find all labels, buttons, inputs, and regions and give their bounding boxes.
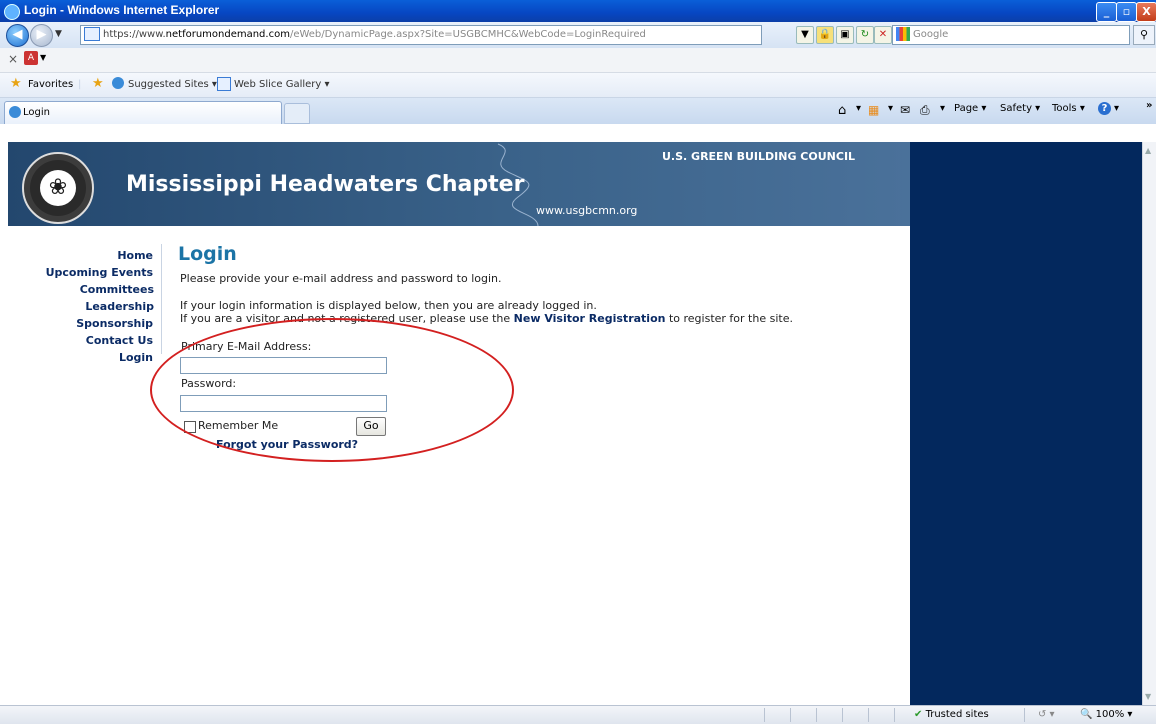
status-divider [842, 708, 843, 722]
red-annotation-oval [150, 318, 514, 462]
status-divider [868, 708, 869, 722]
nav-contact-us[interactable]: Contact Us [8, 332, 153, 349]
site-url: www.usgbcmn.org [536, 204, 638, 217]
web-slice-gallery-link[interactable]: Web Slice Gallery ▾ [234, 79, 330, 90]
feeds-icon[interactable]: ▦ [868, 103, 879, 117]
vertical-scrollbar[interactable]: ▲ ▼ [1142, 142, 1156, 705]
status-divider [816, 708, 817, 722]
nav-home[interactable]: Home [8, 247, 153, 264]
usgbc-chapter-logo: ❀ [22, 152, 94, 224]
site-header: ❀ Mississippi Headwaters Chapter U.S. GR… [8, 142, 910, 226]
status-divider [790, 708, 791, 722]
login-intro: Please provide your e-mail address and p… [180, 272, 502, 285]
compatibility-view-icon[interactable]: ▣ [836, 26, 854, 44]
scroll-up-icon[interactable]: ▲ [1145, 146, 1151, 155]
home-dropdown-icon[interactable]: ▾ [856, 103, 861, 114]
zoom-level[interactable]: 🔍 100% ▾ [1080, 709, 1132, 720]
login-info-line1: If your login information is displayed b… [180, 299, 597, 312]
print-icon[interactable]: ⎙ [920, 103, 930, 118]
divider: | [78, 79, 82, 90]
nav-sponsorship[interactable]: Sponsorship [8, 315, 153, 332]
zoom-value: 100% [1095, 709, 1125, 720]
close-toolbar-icon[interactable]: × [8, 52, 18, 66]
favorites-star-icon[interactable]: ★ [10, 76, 22, 91]
leaf-emblem-icon: ❀ [40, 170, 76, 206]
forward-button[interactable]: ▶ [30, 24, 53, 47]
favorites-bar: ★ Favorites | ★ Suggested Sites ▾ Web Sl… [0, 73, 1156, 98]
nav-committees-leadership[interactable]: Committees Leadership [8, 281, 154, 315]
add-favorite-icon[interactable]: ★ [92, 76, 104, 91]
safety-menu[interactable]: Safety ▾ [1000, 103, 1040, 114]
search-placeholder: Google [913, 29, 949, 40]
page-title: Login [178, 243, 237, 265]
new-tab-button[interactable] [284, 103, 310, 124]
print-dropdown-icon[interactable]: ▾ [940, 103, 945, 114]
stop-icon[interactable]: ✕ [874, 26, 892, 44]
status-divider [1024, 708, 1025, 722]
tab-label: Login [23, 107, 50, 118]
address-dropdown-icon[interactable]: ▼ [796, 26, 814, 44]
tab-bar: Login ⌂ ▾ ▦ ▾ ✉ ⎙ ▾ Page ▾ Safety ▾ Tool… [0, 98, 1156, 124]
chapter-title: Mississippi Headwaters Chapter [126, 172, 525, 197]
recent-pages-dropdown-icon[interactable]: ▼ [55, 29, 62, 39]
status-divider [894, 708, 895, 722]
minimize-button[interactable]: _ [1096, 2, 1117, 22]
toolbar-overflow-icon[interactable]: » [1146, 100, 1152, 111]
addon-toolbar: × A ▼ [0, 48, 1156, 73]
council-name: U.S. GREEN BUILDING COUNCIL [662, 150, 856, 163]
mail-icon[interactable]: ✉ [900, 103, 910, 117]
right-panel [910, 142, 1142, 705]
tools-menu[interactable]: Tools ▾ [1052, 103, 1085, 114]
google-icon [896, 27, 910, 41]
site-nav: Home Upcoming Events Committees Leadersh… [8, 247, 154, 366]
scroll-down-icon[interactable]: ▼ [1145, 692, 1151, 701]
nav-divider [161, 244, 162, 354]
pdf-icon[interactable]: A [24, 51, 38, 65]
status-divider [764, 708, 765, 722]
help-dropdown-icon[interactable]: ▾ [1114, 103, 1119, 114]
lock-icon[interactable]: 🔒 [816, 26, 834, 44]
window-title: Login - Windows Internet Explorer [24, 3, 220, 17]
search-icon[interactable]: ⚲ [1133, 25, 1155, 45]
home-icon[interactable]: ⌂ [838, 103, 846, 118]
close-button[interactable]: X [1136, 2, 1156, 22]
address-toolbar: ◀ ▶ ▼ https://www.netforumondemand.com/e… [0, 22, 1156, 48]
tab-ie-icon [9, 106, 21, 118]
zone-label: Trusted sites [925, 709, 989, 720]
info-text: to register for the site. [665, 312, 793, 325]
status-bar: ✔ Trusted sites ↺ ▾ 🔍 100% ▾ [0, 705, 1156, 724]
window-title-bar: Login - Windows Internet Explorer _ ▫ X [0, 0, 1156, 22]
help-icon[interactable]: ? [1098, 102, 1111, 115]
pdf-dropdown-icon[interactable]: ▼ [40, 53, 46, 62]
maximize-button[interactable]: ▫ [1116, 2, 1137, 22]
search-input[interactable]: Google [892, 25, 1130, 45]
favorites-button[interactable]: Favorites [28, 79, 73, 90]
feeds-dropdown-icon[interactable]: ▾ [888, 103, 893, 114]
url-path: /eWeb/DynamicPage.aspx?Site=USGBCMHC&Web… [289, 29, 646, 40]
address-bar[interactable]: https://www.netforumondemand.com/eWeb/Dy… [80, 25, 762, 45]
refresh-icon[interactable]: ↻ [856, 26, 874, 44]
new-visitor-registration-link[interactable]: New Visitor Registration [514, 312, 666, 325]
back-button[interactable]: ◀ [6, 24, 29, 47]
tab-login[interactable]: Login [4, 101, 282, 124]
security-zone[interactable]: ✔ Trusted sites [914, 709, 989, 720]
nav-upcoming-events[interactable]: Upcoming Events [8, 264, 153, 281]
protected-mode-icon[interactable]: ↺ ▾ [1038, 709, 1055, 720]
page-icon [84, 27, 100, 41]
suggested-sites-link[interactable]: Suggested Sites ▾ [128, 79, 217, 90]
ie-page-icon [112, 77, 124, 89]
url-prefix: https://www. [103, 29, 166, 40]
checkmark-icon: ✔ [914, 709, 923, 720]
web-slice-icon [217, 77, 231, 91]
page-menu[interactable]: Page ▾ [954, 103, 986, 114]
nav-login[interactable]: Login [8, 349, 153, 366]
url-domain: netforumondemand.com [165, 29, 290, 40]
ie-icon [4, 4, 20, 20]
content-frame-top [0, 124, 1156, 142]
